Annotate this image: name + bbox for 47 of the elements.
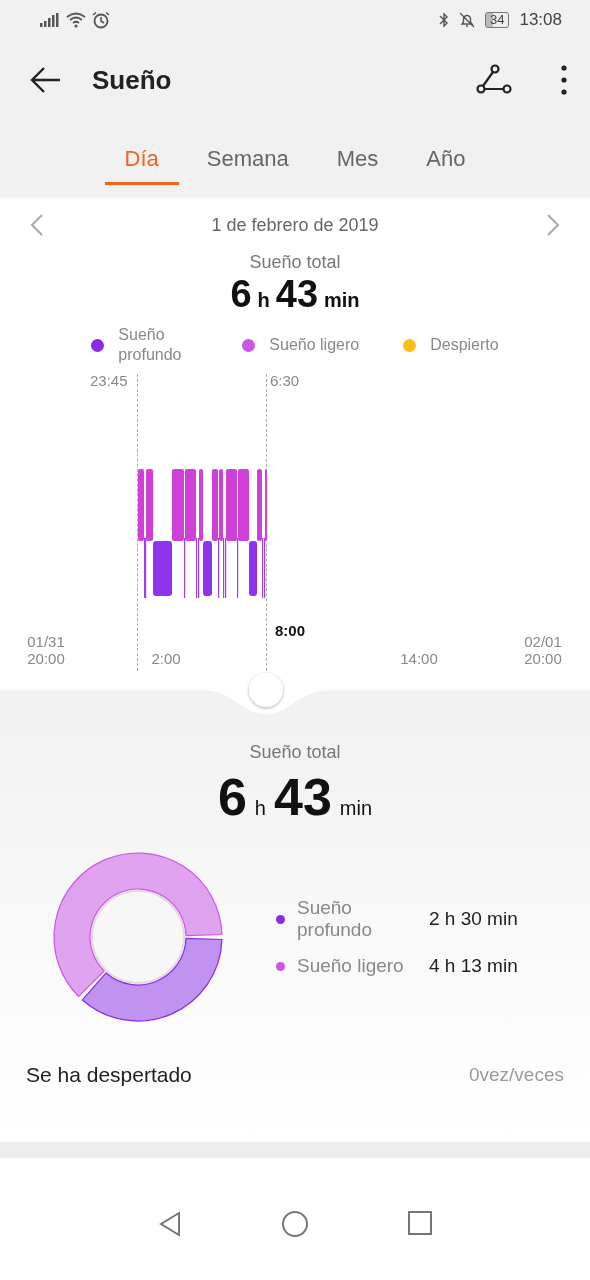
period-tab[interactable]: Día <box>104 140 179 185</box>
recents-nav-button[interactable] <box>407 1210 433 1236</box>
muted-bell-icon <box>459 12 475 28</box>
axis-label: 02/01 20:00 <box>523 633 563 667</box>
stage-duration: 4 h 13 min <box>429 955 518 977</box>
signal-icon <box>40 13 60 27</box>
total-sleep-label: Sueño total <box>249 252 341 273</box>
home-nav-button[interactable] <box>281 1210 309 1238</box>
date-label: 1 de febrero de 2019 <box>211 214 379 236</box>
page-title: Sueño <box>92 64 172 96</box>
battery-indicator: 34 <box>485 12 510 28</box>
legend-label: Sueño ligero <box>269 335 360 355</box>
awakenings-count: 0vez/veces <box>468 1064 564 1086</box>
alarm-icon <box>92 11 110 29</box>
sleep-start-time: 23:45 <box>90 372 128 389</box>
total-sleep-value: 6 <box>230 273 252 316</box>
period-tab[interactable]: Semana <box>186 140 309 185</box>
axis-label: 2:00 <box>150 650 182 667</box>
unit-label: min <box>324 289 360 312</box>
stage-label: Sueño ligero <box>297 955 405 977</box>
unit-label: h <box>257 289 270 312</box>
wifi-icon <box>66 12 86 28</box>
previous-day-button[interactable] <box>30 213 44 237</box>
period-tab[interactable]: Año <box>406 140 486 185</box>
unit-label: h <box>254 797 266 820</box>
back-button[interactable] <box>30 66 62 94</box>
axis-label: 14:00 <box>399 650 439 667</box>
status-time: 13:08 <box>519 10 562 30</box>
period-tab[interactable]: Mes <box>316 140 399 185</box>
total-sleep-value: 43 <box>275 273 319 316</box>
axis-label: 01/31 20:00 <box>26 633 66 667</box>
total-sleep-label: Sueño total <box>249 742 341 763</box>
stage-duration: 2 h 30 min <box>429 908 518 930</box>
cursor-time: 8:00 <box>275 622 306 639</box>
awakenings-label: Se ha despertado <box>26 1063 192 1087</box>
total-sleep-value: 6 <box>217 767 247 827</box>
back-nav-button[interactable] <box>157 1210 183 1238</box>
total-sleep-value: 43 <box>274 767 332 827</box>
unit-label: min <box>339 797 373 820</box>
more-options-button[interactable] <box>560 65 568 95</box>
bluetooth-icon <box>439 12 449 28</box>
legend-label: Despierto <box>430 335 499 355</box>
legend-label: Sueño profundo <box>118 325 183 365</box>
route-button[interactable] <box>476 64 512 96</box>
sleep-end-time: 6:30 <box>270 372 300 389</box>
next-day-button[interactable] <box>546 213 560 237</box>
stage-label: Sueño profundo <box>297 897 373 941</box>
